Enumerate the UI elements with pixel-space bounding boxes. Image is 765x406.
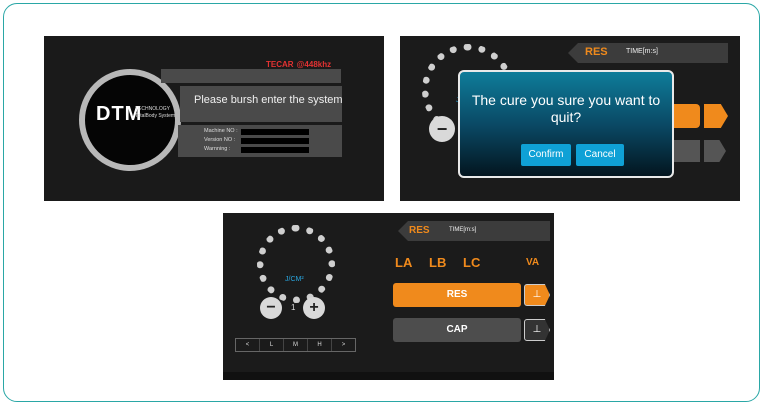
cap-button[interactable]: CAP [393, 318, 521, 342]
brand-frequency: @448khz [296, 60, 332, 69]
brand-name: TECAR [266, 60, 294, 69]
cap-electrode-button[interactable]: ⊥ [524, 319, 550, 341]
label-lb: LB [429, 255, 447, 270]
level-next-button[interactable]: > [332, 339, 355, 351]
level-high-option[interactable]: H [308, 339, 332, 351]
cancel-button[interactable]: Cancel [576, 144, 624, 166]
level-low-option[interactable]: L [260, 339, 284, 351]
label-va: VA [526, 257, 540, 268]
label-lc: LC [463, 255, 481, 270]
warning-label: Warnning : [204, 146, 231, 152]
cap-button-partial[interactable] [670, 140, 700, 162]
mode-tag-res: RES [409, 225, 430, 236]
intensity-dial[interactable] [257, 225, 335, 303]
level-selector[interactable]: < L M H > [235, 338, 356, 352]
machine-no-label: Machine NO : [204, 128, 238, 134]
login-prompt: Please bursh enter the system [194, 94, 343, 106]
confirm-button[interactable]: Confirm [521, 144, 571, 166]
version-no-value [241, 138, 309, 144]
unit-label: J/CM² [285, 276, 304, 283]
level-value: 1 [291, 303, 296, 312]
minus-button[interactable]: − [429, 116, 455, 142]
level-medium-option[interactable]: M [284, 339, 308, 351]
mode-tag-res: RES [585, 46, 608, 58]
logo-sub-line-2: TotalBody System [135, 113, 176, 119]
version-no-label: Version NO : [204, 137, 236, 143]
electrode-res-icon: ⊥ [532, 289, 542, 300]
electrode-cap-icon: ⊥ [532, 324, 542, 335]
res-button[interactable]: RES [393, 283, 521, 307]
dtm-logo-subtitle: TECHNOLOGY TotalBody System [135, 106, 175, 120]
plus-button[interactable]: + [303, 297, 325, 319]
header-bar [161, 69, 341, 83]
res-button-partial[interactable] [670, 104, 700, 128]
time-tag: TIME[m:s] [449, 227, 477, 233]
cap-side-button-partial[interactable] [704, 140, 726, 162]
dialog-message: The cure you sure you want to quit? [471, 92, 661, 125]
bottom-bar [223, 372, 554, 380]
warning-value [241, 147, 309, 153]
login-screen: DTM TECHNOLOGY TotalBody System TECAR @4… [44, 36, 384, 201]
minus-button[interactable]: − [260, 297, 282, 319]
res-side-button-partial[interactable] [704, 104, 728, 128]
machine-no-value [241, 129, 309, 135]
level-prev-button[interactable]: < [236, 339, 260, 351]
treatment-screen: J/CM² − 1 + < L M H > RES TIME[m:s] LA L… [223, 213, 554, 380]
label-la: LA [395, 255, 413, 270]
quit-confirm-dialog: The cure you sure you want to quit? Conf… [458, 70, 674, 178]
logo-sub-line-1: TECHNOLOGY [135, 106, 171, 112]
res-electrode-button[interactable]: ⊥ [524, 284, 550, 306]
time-tag: TIME[m:s] [626, 48, 658, 55]
